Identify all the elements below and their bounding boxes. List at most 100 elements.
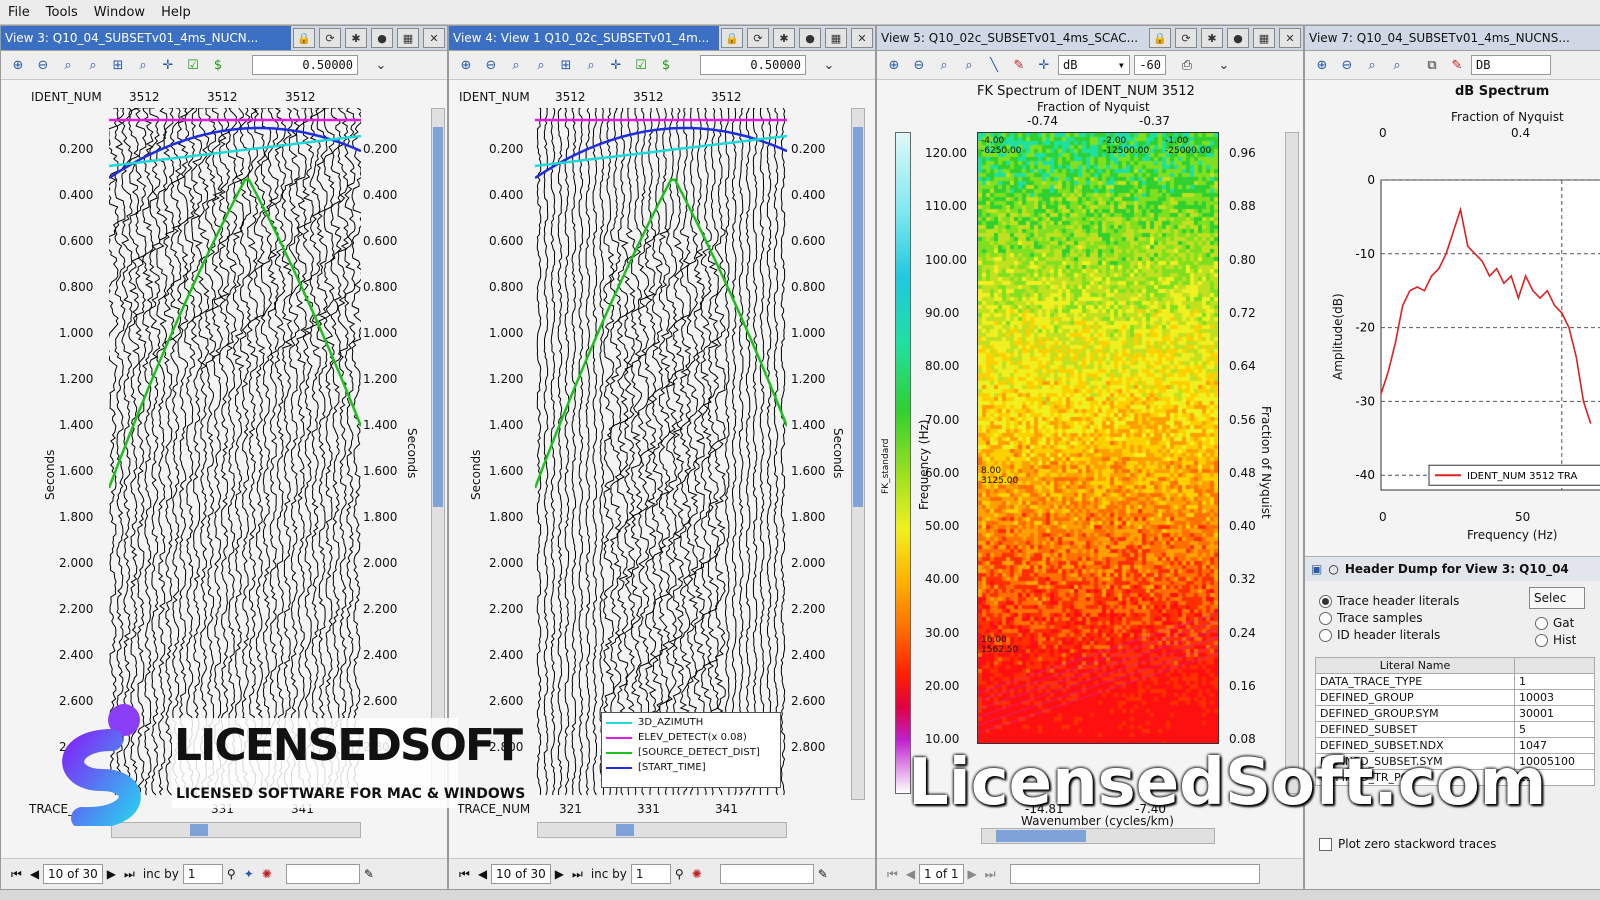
tools-icon[interactable]: ✱ (1201, 28, 1223, 48)
radio-trace-samples[interactable]: Trace samples (1319, 611, 1459, 625)
zoom-out-icon[interactable]: ⊖ (908, 54, 930, 76)
first-page-icon[interactable]: ⏮ (887, 867, 898, 882)
binoculars-icon[interactable]: ⚲ (675, 867, 684, 881)
crosshair-icon[interactable]: ✛ (1033, 54, 1055, 76)
close-icon[interactable]: ✕ (851, 28, 873, 48)
zoom-reset-icon[interactable]: ⌕ (82, 54, 104, 76)
refresh-icon[interactable]: ⟳ (747, 28, 769, 48)
view-5-title[interactable]: View 5: Q10_02c_SUBSETv01_4ms_SCAC... (877, 31, 1147, 45)
dollar-icon[interactable]: $ (655, 54, 677, 76)
zoom-out-icon[interactable]: ⊖ (32, 54, 54, 76)
toggle-icon[interactable]: ● (371, 28, 393, 48)
select-button[interactable]: Selec (1529, 587, 1585, 609)
inc-input[interactable]: 1 (630, 864, 671, 884)
edit-icon[interactable]: ✎ (818, 867, 828, 881)
table-row[interactable]: DEFINED_GROUP 10003 (1315, 689, 1595, 706)
binoculars-icon[interactable]: ⚲ (227, 867, 236, 881)
zoom-box-icon[interactable]: ⌕ (57, 54, 79, 76)
table-row[interactable]: DATA_TRACE_TYPE 1 (1315, 673, 1595, 690)
tile-icon[interactable]: ▦ (397, 28, 419, 48)
zoom-box-icon[interactable]: ⌕ (505, 54, 527, 76)
zoom-in-icon[interactable]: ⊕ (883, 54, 905, 76)
zoom-in-icon[interactable]: ⊕ (7, 54, 29, 76)
bug-icon[interactable]: ✺ (262, 867, 272, 881)
horizontal-scrollbar[interactable] (537, 822, 787, 838)
magnify-icon[interactable]: ⌕ (132, 54, 154, 76)
plot-zero-checkbox[interactable]: Plot zero stackword traces (1319, 837, 1496, 851)
menu-file[interactable]: File (0, 5, 38, 20)
edit-icon[interactable]: ✎ (364, 867, 374, 881)
tile-icon[interactable]: ▦ (825, 28, 847, 48)
first-page-icon[interactable]: ⏮ (11, 867, 22, 882)
gain-spinner[interactable]: 0.50000 (700, 55, 806, 75)
crosshair-icon[interactable]: ✛ (605, 54, 627, 76)
toggle-icon[interactable]: ● (799, 28, 821, 48)
tile-icon[interactable]: ▦ (1253, 28, 1275, 48)
pick-line-icon[interactable]: ╲ (983, 54, 1005, 76)
paint-icon[interactable]: ✎ (1008, 54, 1030, 76)
vertical-scrollbar[interactable] (431, 108, 445, 800)
view-3-title[interactable]: View 3: Q10_04_SUBSETv01_4ms_NUCN... (1, 26, 291, 50)
db-range-spinner[interactable]: -60 (1134, 55, 1166, 75)
radio-trace-header-literals[interactable]: Trace header literals (1319, 594, 1459, 608)
lock-icon[interactable]: 🔒 (293, 28, 315, 48)
radio-gather[interactable]: Gat (1535, 616, 1576, 630)
vertical-scrollbar[interactable] (1285, 132, 1299, 794)
zoom-box-icon[interactable]: ⌕ (933, 54, 955, 76)
close-icon[interactable]: ✕ (423, 28, 445, 48)
db-select[interactable]: dB ▾ (1058, 55, 1130, 75)
tools-icon[interactable]: ✱ (773, 28, 795, 48)
last-page-icon[interactable]: ⏭ (124, 867, 135, 882)
crosshair-icon[interactable]: ✛ (157, 54, 179, 76)
chevron-down-icon[interactable]: ⌄ (370, 54, 392, 76)
zoom-out-icon[interactable]: ⊖ (480, 54, 502, 76)
paint-icon[interactable]: ✎ (1446, 54, 1468, 76)
vertical-scrollbar[interactable] (851, 108, 865, 800)
view-4-title[interactable]: View 4: View 1 Q10_02c_SUBSETv01_4m... (449, 26, 719, 50)
dollar-icon[interactable]: $ (207, 54, 229, 76)
search-field[interactable] (719, 864, 814, 884)
close-icon[interactable]: ✕ (1279, 28, 1301, 48)
last-page-icon[interactable]: ⏭ (572, 867, 583, 882)
gain-spinner[interactable]: 0.50000 (252, 55, 358, 75)
magnify-icon[interactable]: ⌕ (1386, 54, 1408, 76)
next-page-icon[interactable]: ▶ (107, 867, 116, 881)
table-row[interactable]: DEFINED_GROUP.SYM 30001 (1315, 705, 1595, 722)
grid-icon[interactable]: ⊞ (555, 54, 577, 76)
horizontal-scrollbar[interactable] (981, 828, 1215, 844)
radio-id-header-literals[interactable]: ID header literals (1319, 628, 1459, 642)
lock-icon[interactable]: 🔒 (721, 28, 743, 48)
menu-window[interactable]: Window (86, 5, 153, 20)
zoom-box-icon[interactable]: ⌕ (1361, 54, 1383, 76)
prev-page-icon[interactable]: ◀ (30, 867, 39, 881)
refresh-icon[interactable]: ⟳ (1175, 28, 1197, 48)
next-page-icon[interactable]: ▶ (555, 867, 564, 881)
menu-help[interactable]: Help (153, 5, 199, 20)
magnify-icon[interactable]: ⌕ (958, 54, 980, 76)
zoom-in-icon[interactable]: ⊕ (455, 54, 477, 76)
last-page-icon[interactable]: ⏭ (985, 867, 996, 882)
table-row[interactable]: DEFINED_SUBSET 5 (1315, 721, 1595, 738)
zoom-in-icon[interactable]: ⊕ (1311, 54, 1333, 76)
zoom-out-icon[interactable]: ⊖ (1336, 54, 1358, 76)
db-select[interactable]: DB (1471, 55, 1551, 75)
next-page-icon[interactable]: ▶ (968, 867, 977, 881)
first-page-icon[interactable]: ⏮ (459, 867, 470, 882)
menu-tools[interactable]: Tools (38, 5, 86, 20)
settings-icon[interactable]: ✦ (244, 867, 254, 881)
magnify-icon[interactable]: ⌕ (580, 54, 602, 76)
view-7-title[interactable]: View 7: Q10_04_SUBSETv01_4ms_NUCNS... (1305, 31, 1600, 45)
bug-icon[interactable]: ✺ (692, 867, 702, 881)
prev-page-icon[interactable]: ◀ (478, 867, 487, 881)
toggle-icon[interactable]: ● (1227, 28, 1249, 48)
search-field[interactable] (285, 864, 360, 884)
print-icon[interactable]: ⎙ (1176, 54, 1198, 76)
zoom-reset-icon[interactable]: ⌕ (530, 54, 552, 76)
refresh-icon[interactable]: ⟳ (319, 28, 341, 48)
chevron-down-icon[interactable]: ⌄ (818, 54, 840, 76)
lock-icon[interactable]: 🔒 (1149, 28, 1171, 48)
check-icon[interactable]: ☑ (630, 54, 652, 76)
tools-icon[interactable]: ✱ (345, 28, 367, 48)
chevron-down-icon[interactable]: ⌄ (1213, 54, 1235, 76)
radio-histogram[interactable]: Hist (1535, 633, 1576, 647)
